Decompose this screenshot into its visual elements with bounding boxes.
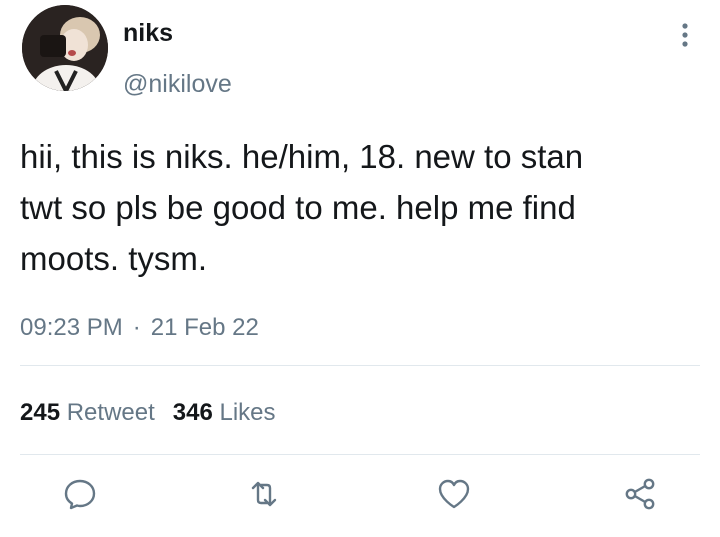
divider xyxy=(20,454,700,455)
display-name[interactable]: niks xyxy=(123,17,173,49)
retweet-icon[interactable] xyxy=(246,476,282,512)
retweet-count: 245 xyxy=(20,399,61,426)
user-handle[interactable]: @nikilove xyxy=(123,68,232,100)
tweet-date: 21 Feb 22 xyxy=(150,314,259,341)
likes-stat[interactable]: 346 Likes xyxy=(173,399,276,426)
tweet-text: hii, this is niks. he/him, 18. new to st… xyxy=(20,138,584,277)
meta-separator: · xyxy=(132,314,141,341)
tweet: niks @nikilove hii, this is niks. he/him… xyxy=(0,0,720,537)
tweet-time: 09:23 PM xyxy=(20,314,123,341)
divider xyxy=(20,365,700,366)
reply-icon[interactable] xyxy=(62,476,98,512)
more-vertical-icon[interactable] xyxy=(668,18,702,52)
tweet-timestamp[interactable]: 09:23 PM · 21 Feb 22 xyxy=(20,312,259,344)
share-icon[interactable] xyxy=(622,476,658,512)
retweet-stat[interactable]: 245 Retweet xyxy=(20,399,155,426)
avatar[interactable] xyxy=(22,5,108,91)
heart-icon[interactable] xyxy=(436,476,472,512)
tweet-stats: 245 Retweet 346 Likes xyxy=(20,397,276,429)
likes-label: Likes xyxy=(219,399,276,426)
likes-count: 346 xyxy=(172,399,213,426)
retweet-label: Retweet xyxy=(66,399,155,426)
